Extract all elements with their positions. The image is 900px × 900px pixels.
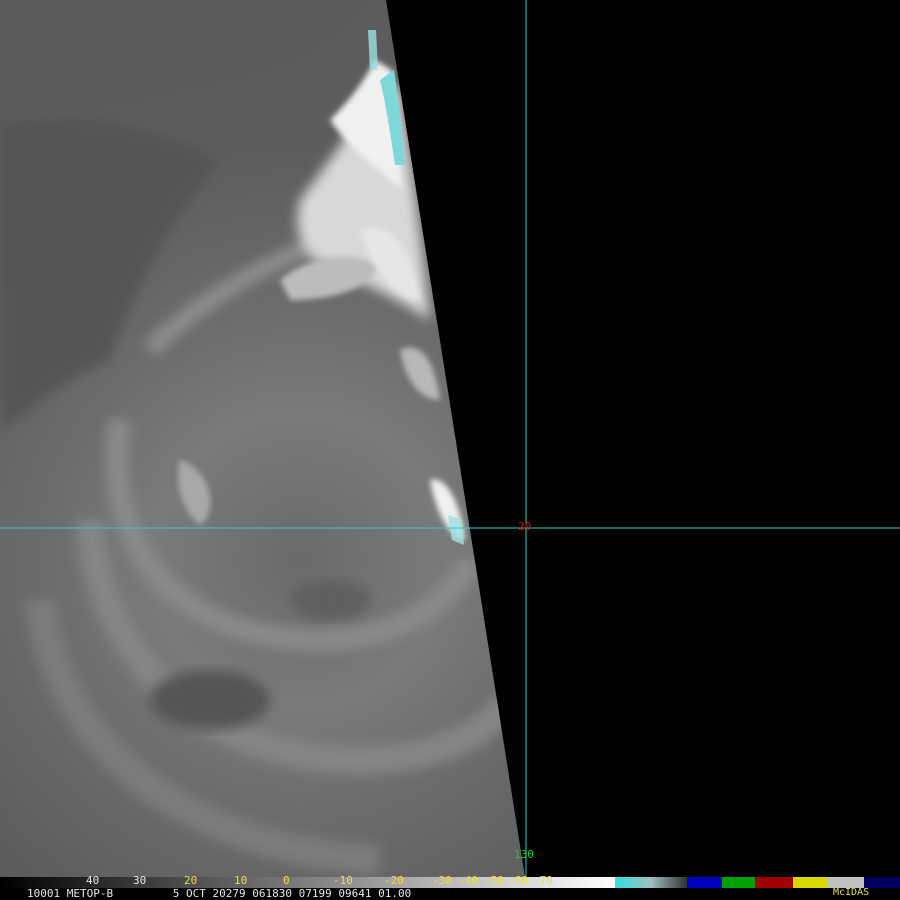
colorbar-tick-label: -50 <box>484 874 504 887</box>
colorbar-tick-label: -60 <box>508 874 528 887</box>
latitude-label: 20 <box>518 520 532 533</box>
station-id: 10001 <box>27 887 61 900</box>
image-time: 061830 <box>252 887 292 900</box>
colorbar-tick-label: -70 <box>533 874 553 887</box>
longitude-label: 130 <box>514 848 534 861</box>
colorbar-tick-label: -30 <box>432 874 452 887</box>
satellite-image-viewport: 20 130 <box>0 0 900 877</box>
colorbar-tick-label: 20 <box>184 874 198 887</box>
image-metadata-line: 10001 METOP-B 5 OCT 20279 061830 07199 0… <box>27 888 411 900</box>
orbit-number: 07199 <box>298 887 332 900</box>
satellite-swath <box>0 0 900 877</box>
colorbar-tick-label: -40 <box>458 874 478 887</box>
image-date: 5 OCT 20279 <box>172 887 246 900</box>
scale-value: 01.00 <box>378 887 412 900</box>
colorbar-tick-label: 30 <box>133 874 147 887</box>
colorbar-tick-label: -20 <box>384 874 404 887</box>
colorbar-tick-label: -10 <box>333 874 353 887</box>
colorbar-tick-label: 0 <box>283 874 290 887</box>
satellite-name: METOP-B <box>66 887 114 900</box>
colorbar-tick-label: 40 <box>86 874 100 887</box>
swath-imagery <box>0 0 525 877</box>
mcidas-brand: McIDAS <box>833 887 870 898</box>
image-info-bar: 10001 METOP-B 5 OCT 20279 061830 07199 0… <box>0 888 900 900</box>
band-number: 09641 <box>338 887 372 900</box>
colorbar-tick-label: 10 <box>234 874 248 887</box>
